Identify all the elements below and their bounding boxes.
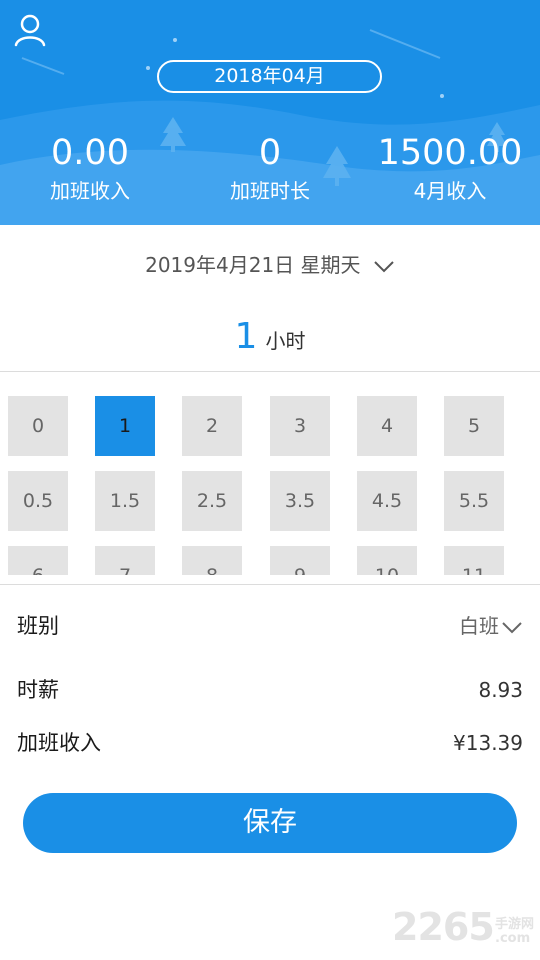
stat-label: 加班时长 <box>230 179 310 203</box>
hour-option[interactable]: 0 <box>8 396 68 456</box>
hour-option[interactable]: 6 <box>8 546 68 575</box>
hour-option[interactable]: 0.5 <box>8 471 68 531</box>
hour-option[interactable]: 5 <box>444 396 504 456</box>
stat-overtime-hours: 0 加班时长 <box>180 132 360 206</box>
watermark-number: 2265 <box>392 905 495 949</box>
hour-option[interactable]: 11 <box>444 546 504 575</box>
divider <box>0 584 540 585</box>
stat-label: 加班收入 <box>50 179 130 203</box>
watermark-bottom: .com <box>495 931 531 946</box>
hours-value: 1 <box>234 316 258 357</box>
user-icon[interactable] <box>12 12 48 48</box>
hours-unit: 小时 <box>265 329 306 353</box>
hour-option[interactable]: 8 <box>182 546 242 575</box>
hour-option[interactable]: 2 <box>182 396 242 456</box>
chevron-down-icon <box>502 621 522 633</box>
stat-value: 0 <box>258 133 282 173</box>
shift-selector[interactable]: 白班 <box>459 606 523 646</box>
stat-label: 4月收入 <box>413 179 487 203</box>
hour-option[interactable]: 10 <box>357 546 417 575</box>
hour-option[interactable]: 2.5 <box>182 471 242 531</box>
date-selector[interactable]: 2019年4月21日 星期天 <box>0 247 540 283</box>
hours-display: 1 小时 <box>0 316 540 362</box>
stat-value: 1500.00 <box>377 133 523 173</box>
hour-option[interactable]: 5.5 <box>444 471 504 531</box>
overtime-income-row: 加班收入 ¥13.39 <box>0 723 540 763</box>
shift-label: 班别 <box>17 614 59 638</box>
stat-month-income: 1500.00 4月收入 <box>360 132 540 206</box>
watermark-top: 手游网 <box>495 917 535 932</box>
overtime-income-value: ¥13.39 <box>453 731 523 755</box>
hour-option[interactable]: 3 <box>270 396 330 456</box>
hour-option[interactable]: 9 <box>270 546 330 575</box>
hour-option[interactable]: 7 <box>95 546 155 575</box>
hour-option[interactable]: 1 <box>95 396 155 456</box>
hourly-wage-value: 8.93 <box>478 678 523 702</box>
user-icon-glyph <box>14 14 46 47</box>
date-label: 2019年4月21日 星期天 <box>145 253 361 277</box>
site-watermark: 2265 手游网 .com <box>392 905 538 955</box>
header-banner: 2018年04月 0.00 加班收入 0 加班时长 1500.00 4月收入 <box>0 0 540 225</box>
hour-option[interactable]: 1.5 <box>95 471 155 531</box>
stat-overtime-income: 0.00 加班收入 <box>0 132 180 206</box>
hour-option[interactable]: 4 <box>357 396 417 456</box>
month-selector[interactable]: 2018年04月 <box>157 60 382 93</box>
hourly-wage-row: 时薪 8.93 <box>0 670 540 710</box>
save-button[interactable]: 保存 <box>23 793 517 853</box>
shift-value: 白班 <box>459 614 499 638</box>
hour-option[interactable]: 4.5 <box>357 471 417 531</box>
divider <box>0 371 540 372</box>
hours-grid: 0 1 2 3 4 5 0.5 1.5 2.5 3.5 4.5 5.5 6 7 … <box>0 373 540 575</box>
stat-value: 0.00 <box>51 133 129 173</box>
overtime-income-label: 加班收入 <box>17 731 101 755</box>
hourly-wage-label: 时薪 <box>17 678 59 702</box>
hour-option[interactable]: 3.5 <box>270 471 330 531</box>
chevron-down-icon <box>374 260 394 272</box>
shift-row[interactable]: 班别 白班 <box>0 606 540 646</box>
